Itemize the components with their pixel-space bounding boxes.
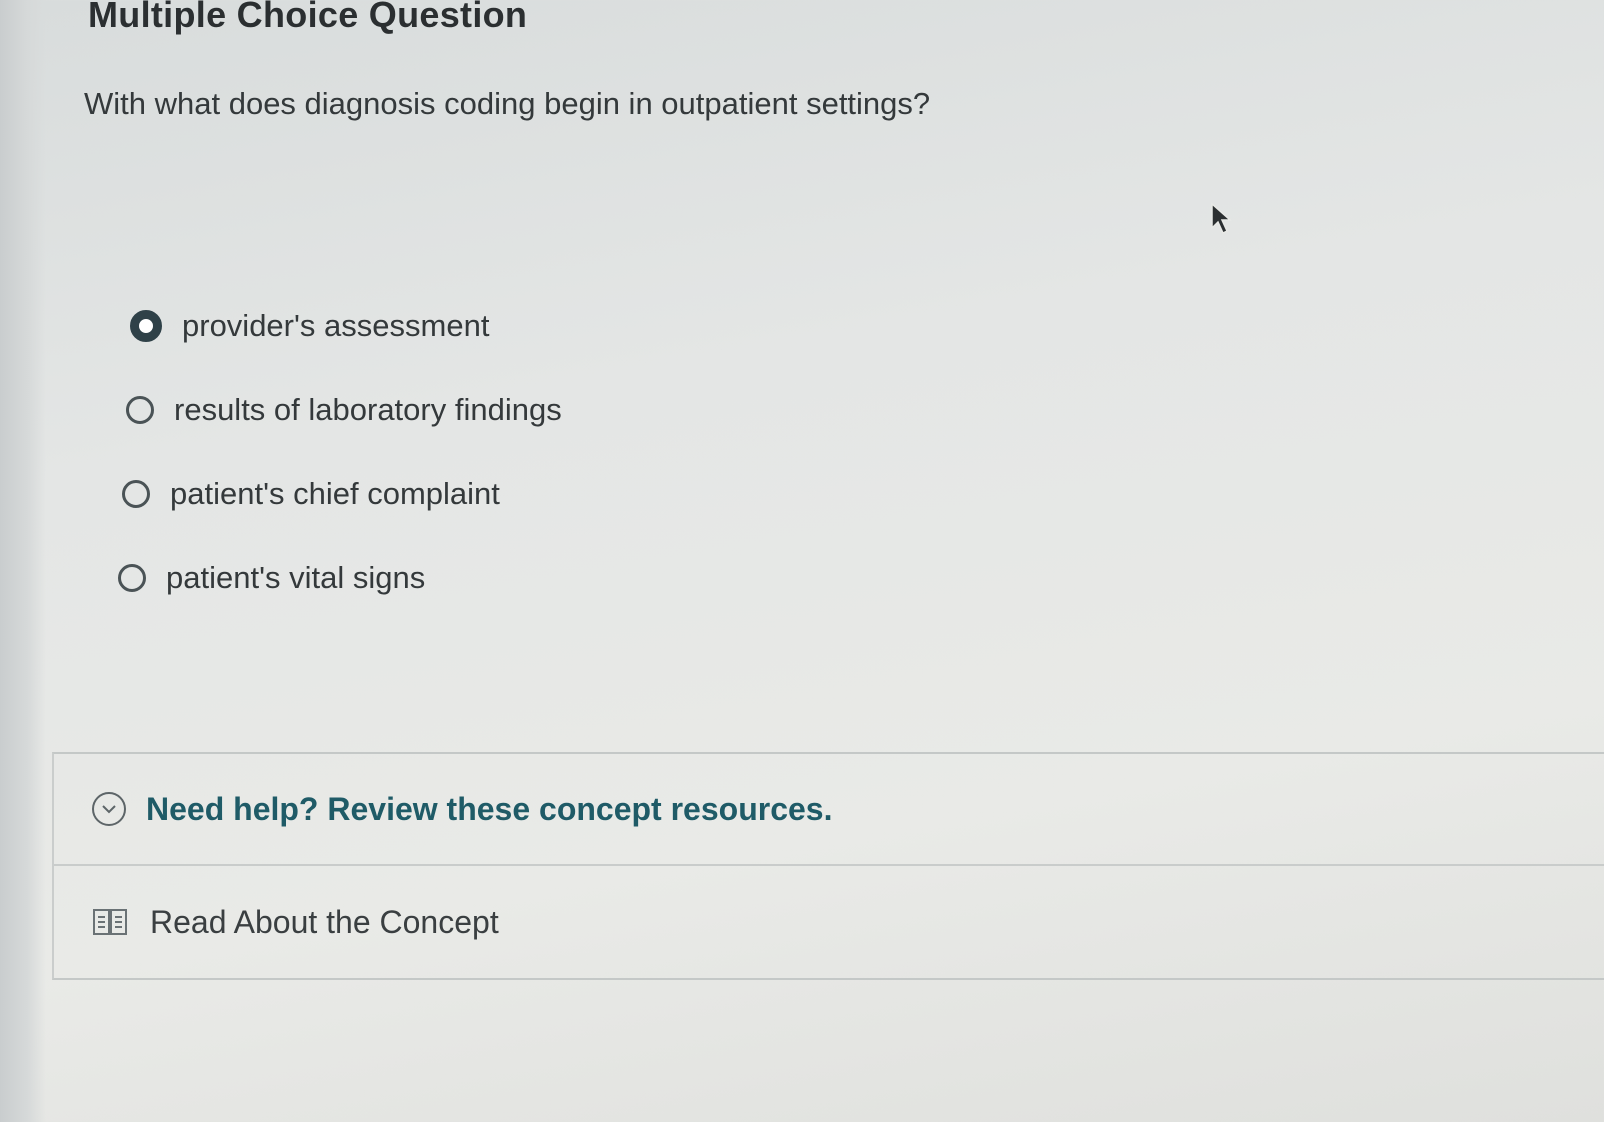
- question-prompt: With what does diagnosis coding begin in…: [84, 86, 931, 121]
- option-label: patient's vital signs: [166, 560, 426, 595]
- page-title: Multiple Choice Question: [88, 0, 528, 35]
- answer-option-vital-signs[interactable]: patient's vital signs: [118, 536, 820, 620]
- concept-resources-panel: Need help? Review these concept resource…: [52, 752, 1604, 980]
- read-about-concept-link[interactable]: Read About the Concept: [54, 866, 1604, 978]
- answer-option-providers-assessment[interactable]: provider's assessment: [130, 284, 820, 368]
- book-icon: [92, 906, 128, 938]
- answer-option-chief-complaint[interactable]: patient's chief complaint: [122, 452, 820, 536]
- left-edge-shade: [0, 0, 46, 1122]
- option-label: results of laboratory findings: [174, 392, 562, 427]
- option-label: provider's assessment: [182, 308, 490, 343]
- option-label: patient's chief complaint: [170, 476, 500, 511]
- help-toggle[interactable]: Need help? Review these concept resource…: [54, 754, 1604, 866]
- help-title: Need help? Review these concept resource…: [146, 790, 833, 827]
- read-about-concept-label: Read About the Concept: [150, 903, 499, 940]
- answer-options: provider's assessment results of laborat…: [118, 284, 820, 620]
- radio-button-selected[interactable]: [130, 310, 162, 342]
- mouse-cursor-icon: [1211, 202, 1232, 235]
- radio-button[interactable]: [118, 564, 146, 592]
- radio-button[interactable]: [126, 396, 154, 424]
- chevron-down-icon[interactable]: [92, 792, 126, 826]
- radio-button[interactable]: [122, 480, 150, 508]
- answer-option-lab-findings[interactable]: results of laboratory findings: [126, 368, 820, 452]
